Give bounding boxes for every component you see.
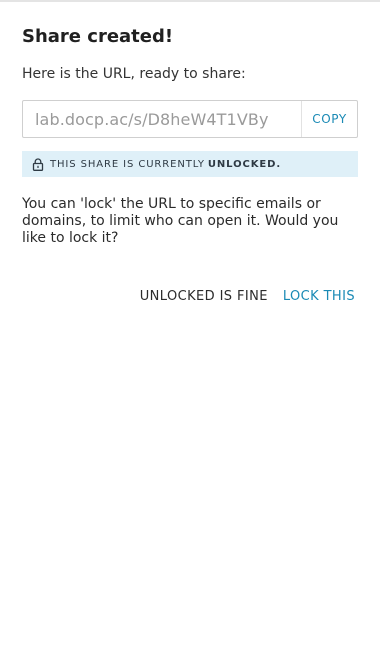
share-url-row: COPY (22, 100, 358, 138)
status-text: THIS SHARE IS CURRENTLY (50, 158, 205, 170)
copy-button[interactable]: COPY (301, 101, 357, 137)
lock-explanation: You can 'lock' the URL to specific email… (22, 196, 339, 246)
status-state: UNLOCKED. (207, 158, 282, 170)
lock-this-button[interactable]: LOCK THIS (283, 289, 355, 304)
unlocked-is-fine-button[interactable]: UNLOCKED IS FINE (140, 289, 268, 304)
share-status-banner: THIS SHARE IS CURRENTLY UNLOCKED. (22, 151, 358, 177)
dialog-actions: UNLOCKED IS FINE LOCK THIS (22, 286, 358, 306)
lock-icon (32, 157, 44, 171)
share-url-input[interactable] (23, 101, 301, 137)
top-divider (0, 0, 380, 2)
dialog-title: Share created! (22, 26, 174, 47)
dialog-intro: Here is the URL, ready to share: (22, 66, 246, 82)
